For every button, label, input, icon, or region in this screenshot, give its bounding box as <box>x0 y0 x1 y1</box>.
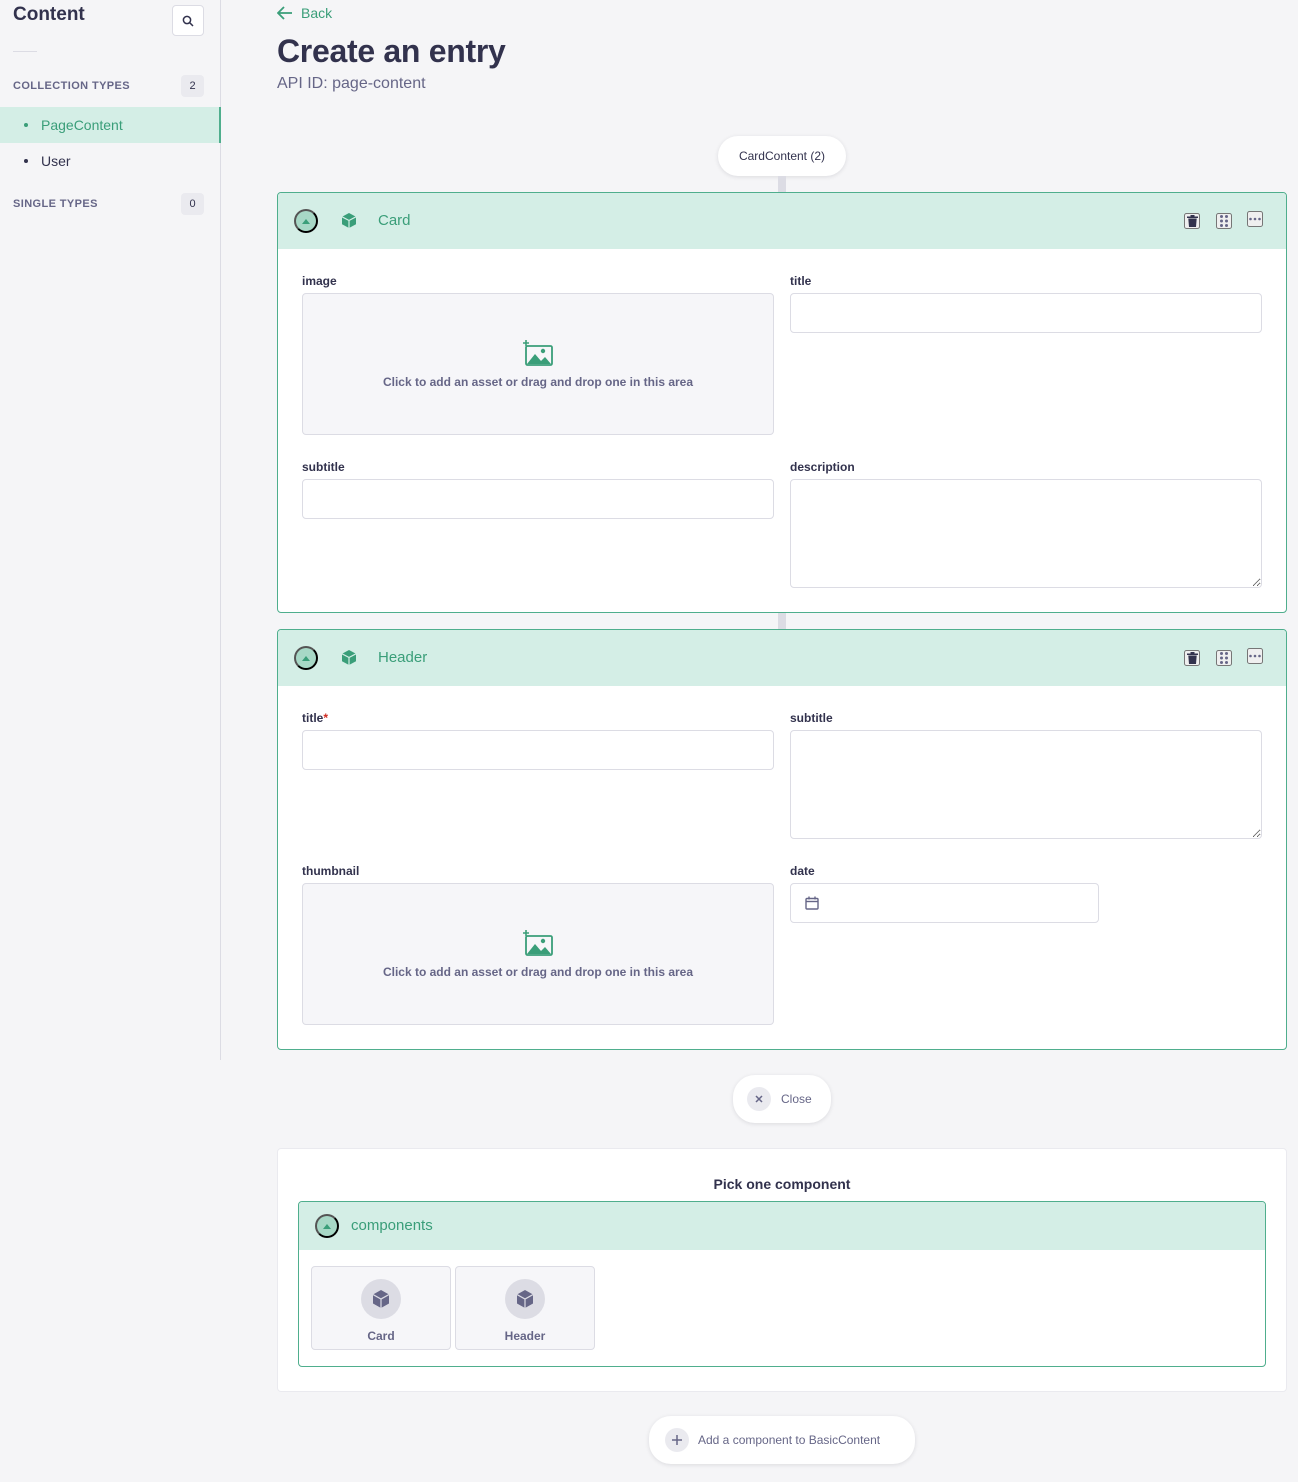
sidebar: Content COLLECTION TYPES 2 PageContent U… <box>0 0 221 1060</box>
image-dropzone[interactable]: Click to add an asset or drag and drop o… <box>302 293 774 435</box>
sidebar-item-label: User <box>41 153 71 169</box>
category-name: components <box>351 1217 433 1234</box>
subtitle-textarea[interactable] <box>790 730 1262 839</box>
subtitle-label: subtitle <box>302 460 345 474</box>
component-picker: Pick one component components Card Heade… <box>277 1148 1287 1392</box>
close-icon-wrap <box>747 1087 771 1111</box>
chevron-up-icon <box>302 655 310 661</box>
plus-icon-wrap <box>665 1428 689 1452</box>
single-types-label: SINGLE TYPES <box>13 198 98 210</box>
block-name: Header <box>378 649 428 666</box>
sidebar-search-button[interactable] <box>172 5 204 36</box>
header-block-header[interactable]: Header <box>278 630 1286 686</box>
bullet-icon <box>24 159 28 163</box>
single-types-count: 0 <box>181 193 204 215</box>
component-category: components Card Header <box>298 1201 1266 1367</box>
page-title: Create an entry <box>277 33 506 69</box>
chevron-up-icon <box>302 218 310 224</box>
back-link[interactable]: Back <box>277 5 332 21</box>
connector-line <box>778 176 786 193</box>
delete-button[interactable] <box>1184 213 1200 229</box>
picker-title: Pick one component <box>713 1176 851 1192</box>
dropzone-text: Click to add an asset or drag and drop o… <box>382 964 694 979</box>
cube-icon <box>373 1290 389 1308</box>
sidebar-title: Content <box>13 4 85 25</box>
date-label: date <box>790 864 815 878</box>
image-label: image <box>302 274 337 288</box>
subtitle-input[interactable] <box>302 479 774 519</box>
connector-line <box>778 613 786 630</box>
title-label: title* <box>302 711 328 725</box>
collection-types-count: 2 <box>181 75 204 97</box>
cube-icon <box>342 213 356 228</box>
collection-types-header: COLLECTION TYPES 2 <box>13 75 204 97</box>
delete-button[interactable] <box>1184 650 1200 666</box>
title-input[interactable] <box>302 730 774 770</box>
card-block-header[interactable]: Card <box>278 193 1286 249</box>
image-add-icon <box>523 929 553 956</box>
block-name: Card <box>378 212 411 229</box>
more-icon <box>1249 654 1261 658</box>
thumbnail-dropzone[interactable]: Click to add an asset or drag and drop o… <box>302 883 774 1025</box>
cube-icon <box>517 1290 533 1308</box>
arrow-left-icon <box>277 6 292 20</box>
collapse-button[interactable] <box>315 1214 339 1238</box>
calendar-icon <box>805 896 819 910</box>
trash-icon <box>1186 652 1198 664</box>
drag-handle[interactable] <box>1216 213 1232 229</box>
title-label-text: title <box>302 711 324 725</box>
trash-icon <box>1186 215 1198 227</box>
dropzone-text: Click to add an asset or drag and drop o… <box>382 374 694 389</box>
component-card-card[interactable]: Card <box>311 1266 451 1350</box>
more-button[interactable] <box>1247 648 1263 664</box>
sidebar-item-label: PageContent <box>41 117 123 133</box>
dynamic-zone-pill: CardContent (2) <box>718 136 846 176</box>
description-label: description <box>790 460 855 474</box>
category-header[interactable]: components <box>299 1202 1265 1250</box>
required-marker: * <box>323 711 329 725</box>
card-component-block: Card image Click to add an asset or drag… <box>277 192 1287 613</box>
single-types-header: SINGLE TYPES 0 <box>13 193 204 215</box>
description-textarea[interactable] <box>790 479 1262 588</box>
drag-icon <box>1220 215 1228 227</box>
plus-icon <box>672 1435 682 1445</box>
image-add-icon <box>523 339 553 366</box>
cube-icon-wrap <box>505 1279 545 1319</box>
component-card-label: Header <box>504 1329 546 1343</box>
more-icon <box>1249 217 1261 221</box>
component-card-header[interactable]: Header <box>455 1266 595 1350</box>
search-icon <box>182 15 194 27</box>
thumbnail-label: thumbnail <box>302 864 360 878</box>
drag-icon <box>1220 652 1228 664</box>
cube-icon <box>342 650 356 665</box>
chevron-up-icon <box>323 1223 331 1229</box>
sidebar-item-pagecontent[interactable]: PageContent <box>0 107 221 143</box>
drag-handle[interactable] <box>1216 650 1232 666</box>
sidebar-divider <box>13 51 37 52</box>
add-component-label: Add a component to BasicContent <box>698 1433 881 1447</box>
date-input[interactable] <box>790 883 1099 923</box>
api-id: API ID: page-content <box>277 75 426 92</box>
header-component-block: Header title* subtitle thumbnail Click t… <box>277 629 1287 1050</box>
collapse-button[interactable] <box>294 646 318 670</box>
close-label: Close <box>781 1092 812 1106</box>
dynamic-zone-label: CardContent (2) <box>738 149 826 163</box>
collapse-button[interactable] <box>294 209 318 233</box>
component-card-label: Card <box>367 1329 395 1343</box>
title-label: title <box>790 274 812 288</box>
subtitle-label: subtitle <box>790 711 833 725</box>
more-button[interactable] <box>1247 211 1263 227</box>
add-component-button[interactable]: Add a component to BasicContent <box>649 1416 915 1464</box>
title-input[interactable] <box>790 293 1262 333</box>
back-label: Back <box>301 5 333 21</box>
bullet-icon <box>24 123 28 127</box>
close-button[interactable]: Close <box>733 1075 831 1123</box>
collection-types-label: COLLECTION TYPES <box>13 80 131 92</box>
sidebar-item-user[interactable]: User <box>0 143 221 179</box>
cube-icon-wrap <box>361 1279 401 1319</box>
close-icon <box>755 1095 763 1103</box>
